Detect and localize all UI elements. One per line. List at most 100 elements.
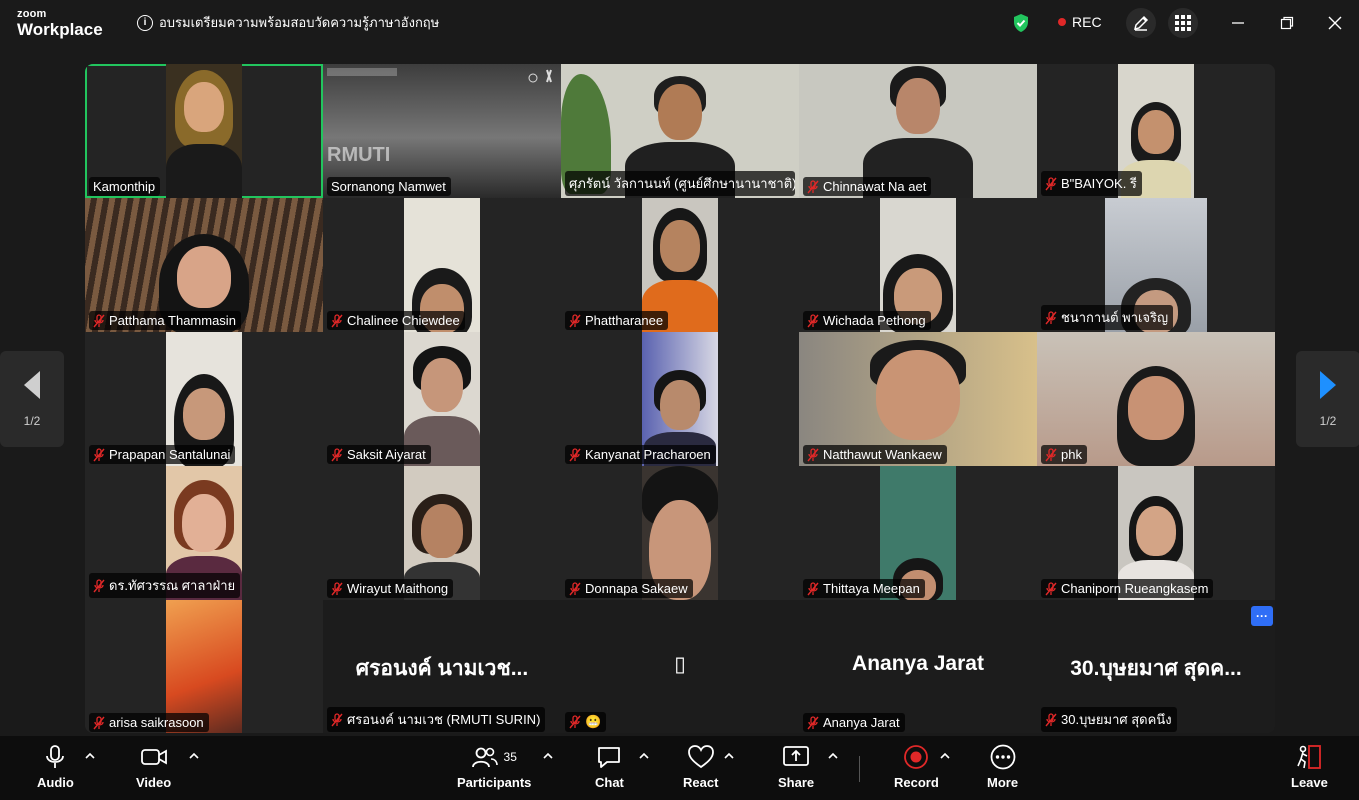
- participant-name-label: B"BAIYOK. รี: [1041, 171, 1142, 196]
- apps-grid-icon[interactable]: [1168, 8, 1198, 38]
- participant-name-label: ศุภรัตน์ วัลกานนท์ (ศูนย์ศึกษานานาชาติ): [565, 171, 795, 196]
- logo-top-text: zoom: [17, 8, 47, 20]
- participant-tile[interactable]: Phattharanee: [561, 198, 799, 332]
- info-icon[interactable]: i: [137, 14, 153, 31]
- participant-tile[interactable]: ▯ 😬: [561, 600, 799, 733]
- participant-tile[interactable]: phk: [1037, 332, 1275, 466]
- participant-name: Wichada Pethong: [823, 313, 926, 328]
- recording-indicator[interactable]: REC: [1058, 14, 1102, 30]
- react-button[interactable]: React: [683, 744, 718, 790]
- participant-name: Wirayut Maithong: [347, 581, 449, 596]
- shared-screen-logo-text: RMUTI: [327, 144, 391, 166]
- page-indicator-right: 1/2: [1319, 414, 1337, 428]
- shared-screen-header: [327, 68, 397, 76]
- participant-tile[interactable]: ศรอนงค์ นามเวช... ศรอนงค์ นามเวช (RMUTI …: [323, 600, 561, 733]
- mic-muted-icon: [807, 179, 819, 193]
- participant-name-label: 😬: [565, 712, 607, 732]
- more-label: More: [987, 775, 1019, 790]
- participant-tile[interactable]: ชนากานต์ พาเจริญ: [1037, 198, 1275, 332]
- participant-name-label: ดร.ทัศวรรณ ศาลาฝ่าย: [89, 573, 241, 598]
- participant-tile[interactable]: Wirayut Maithong: [323, 466, 561, 600]
- participant-tile[interactable]: Wichada Pethong: [799, 198, 1037, 332]
- participants-options-chevron-icon[interactable]: [542, 751, 554, 761]
- participant-display-name: ศรอนงค์ นามเวช...: [355, 657, 529, 680]
- audio-options-chevron-icon[interactable]: [84, 751, 96, 761]
- participant-tile[interactable]: ศุภรัตน์ วัลกานนท์ (ศูนย์ศึกษานานาชาติ): [561, 64, 799, 198]
- heart-icon: [687, 745, 714, 769]
- participant-tile[interactable]: Kanyanat Pracharoen: [561, 332, 799, 466]
- participant-name: 30.บุษยมาศ สุดคนึง: [1061, 712, 1172, 727]
- mic-muted-icon: [93, 447, 105, 461]
- participant-name-label: Wirayut Maithong: [327, 579, 454, 598]
- participant-tile[interactable]: Chalinee Chiewdee: [323, 198, 561, 332]
- participant-tile[interactable]: Donnapa Sakaew: [561, 466, 799, 600]
- participant-name: Saksit Aiyarat: [347, 447, 426, 462]
- record-options-chevron-icon[interactable]: [939, 751, 951, 761]
- participant-tile[interactable]: Patthama Thammasin: [85, 198, 323, 332]
- participant-tile[interactable]: Thittaya Meepan: [799, 466, 1037, 600]
- more-options-button[interactable]: ···: [1251, 606, 1273, 626]
- leave-label: Leave: [1291, 775, 1328, 790]
- participant-tile[interactable]: Natthawut Wankaew: [799, 332, 1037, 466]
- participant-tile[interactable]: Kamonthip: [85, 64, 323, 198]
- participant-name-label: Chaniporn Rueangkasem: [1041, 579, 1214, 598]
- audio-button[interactable]: Audio: [37, 744, 74, 790]
- react-options-chevron-icon[interactable]: [723, 751, 735, 761]
- participant-tile[interactable]: Saksit Aiyarat: [323, 332, 561, 466]
- participant-name: Donnapa Sakaew: [585, 581, 688, 596]
- mic-muted-icon: [569, 715, 581, 729]
- video-options-chevron-icon[interactable]: [188, 751, 200, 761]
- mic-muted-icon: [807, 715, 819, 729]
- participant-tile[interactable]: Chinnawat Na aet: [799, 64, 1037, 198]
- meeting-title: อบรมเตรียมความพร้อมสอบวัดความรู้ภาษาอังก…: [159, 15, 440, 30]
- meeting-info[interactable]: i อบรมเตรียมความพร้อมสอบวัดความรู้ภาษาอั…: [137, 12, 439, 33]
- participant-name-label: Thittaya Meepan: [803, 579, 925, 598]
- participant-display-name: 30.บุษยมาศ สุดค...: [1070, 657, 1242, 680]
- participant-name: Prapapan Santalunai: [109, 447, 231, 462]
- participant-name-label: ศรอนงค์ นามเวช (RMUTI SURIN): [327, 707, 546, 732]
- participant-name-label: Saksit Aiyarat: [327, 445, 431, 464]
- participant-name: ชนากานต์ พาเจริญ: [1061, 310, 1169, 325]
- participant-name-label: 30.บุษยมาศ สุดคนึง: [1041, 707, 1177, 732]
- participant-tile[interactable]: RMUTI Sornanong Namwet: [323, 64, 561, 198]
- more-button[interactable]: More: [987, 744, 1018, 790]
- previous-page-button[interactable]: 1/2: [0, 351, 64, 447]
- mic-muted-icon: [807, 313, 819, 327]
- record-icon: [904, 745, 929, 769]
- chat-button[interactable]: Chat: [595, 744, 624, 790]
- participant-name: Natthawut Wankaew: [823, 447, 942, 462]
- participant-name-label: Chalinee Chiewdee: [327, 311, 465, 330]
- participant-tile[interactable]: arisa saikrasoon: [85, 600, 323, 733]
- participant-name-label: phk: [1041, 445, 1087, 464]
- restore-icon[interactable]: [1276, 12, 1298, 34]
- record-button[interactable]: Record: [894, 744, 939, 790]
- participant-name: 😬: [585, 714, 602, 729]
- participant-name: Thittaya Meepan: [823, 581, 920, 596]
- share-options-chevron-icon[interactable]: [827, 751, 839, 761]
- encryption-shield-icon[interactable]: [1012, 13, 1030, 33]
- participants-button[interactable]: 35 Participants: [457, 744, 531, 790]
- participant-tile[interactable]: Ananya Jarat Ananya Jarat: [799, 600, 1037, 733]
- mic-muted-icon: [331, 447, 343, 461]
- next-page-button[interactable]: 1/2: [1296, 351, 1359, 447]
- participant-display-name: ▯: [674, 653, 686, 676]
- minimize-icon[interactable]: [1227, 12, 1249, 34]
- participant-name-label: arisa saikrasoon: [89, 713, 209, 732]
- chat-options-chevron-icon[interactable]: [638, 751, 650, 761]
- participant-tile[interactable]: ··· 30.บุษยมาศ สุดค... 30.บุษยมาศ สุดคนึ…: [1037, 600, 1275, 733]
- share-screen-icon: [783, 746, 809, 766]
- video-button[interactable]: Video: [136, 744, 171, 790]
- rec-label: REC: [1072, 14, 1102, 30]
- participant-tile[interactable]: B"BAIYOK. รี: [1037, 64, 1275, 198]
- participant-tile[interactable]: Prapapan Santalunai: [85, 332, 323, 466]
- close-icon[interactable]: [1324, 12, 1346, 34]
- participant-tile[interactable]: ดร.ทัศวรรณ ศาลาฝ่าย: [85, 466, 323, 600]
- participant-name: B"BAIYOK. รี: [1061, 176, 1137, 191]
- leave-button[interactable]: Leave: [1291, 744, 1328, 790]
- share-button[interactable]: Share: [778, 744, 814, 790]
- participant-tile[interactable]: Chaniporn Rueangkasem: [1037, 466, 1275, 600]
- participant-name: Phattharanee: [585, 313, 664, 328]
- annotate-pen-icon[interactable]: [1126, 8, 1156, 38]
- logo-bottom-text: Workplace: [17, 20, 103, 39]
- mic-muted-icon: [93, 313, 105, 327]
